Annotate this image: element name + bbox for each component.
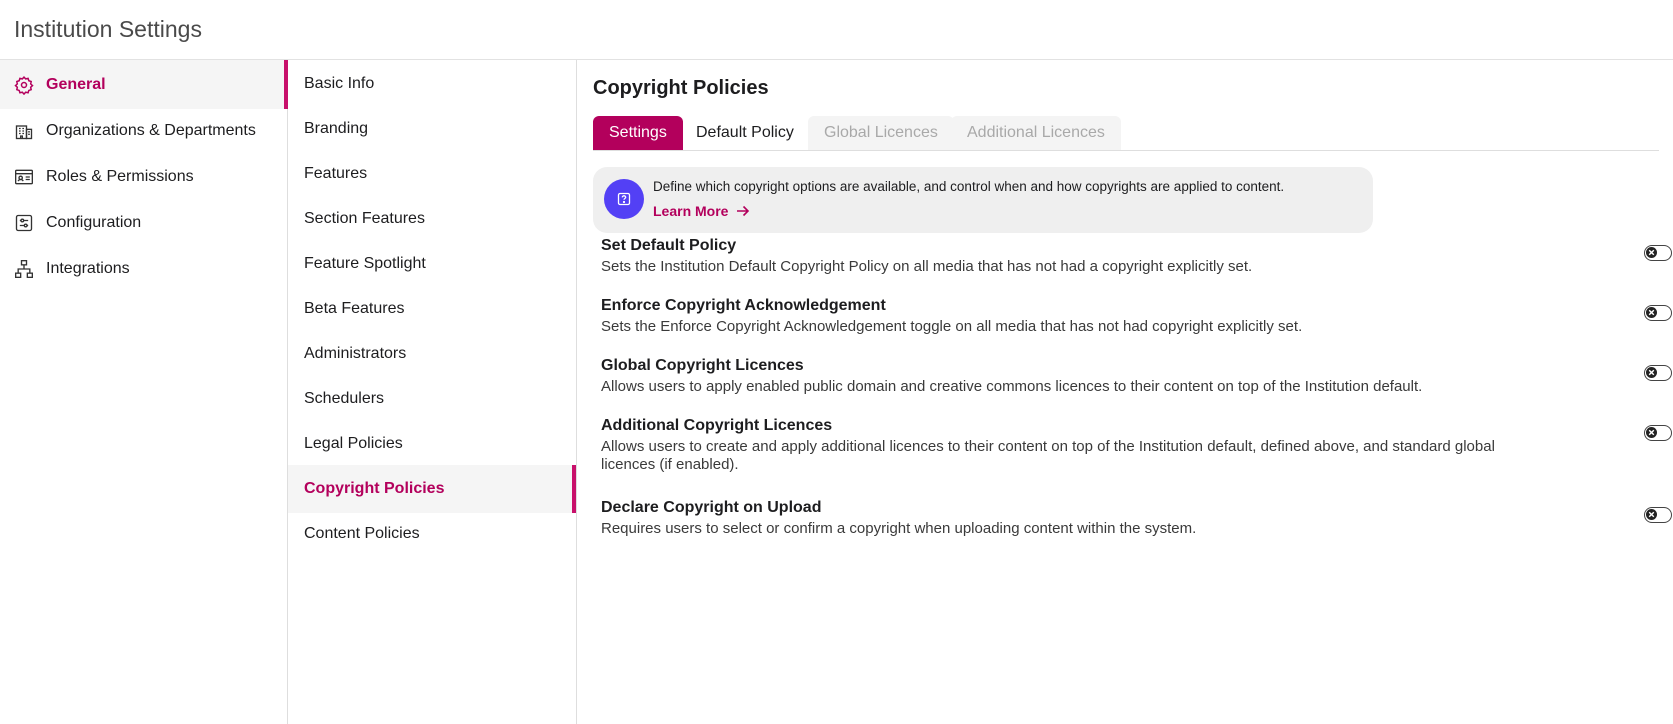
tab-additional-licences: Additional Licences: [951, 116, 1121, 150]
sidebar-item-label: Organizations & Departments: [46, 121, 256, 139]
main-content: Copyright Policies Settings Default Poli…: [577, 60, 1673, 724]
tab-default-policy[interactable]: Default Policy: [680, 116, 810, 150]
subnav-item-branding[interactable]: Branding: [288, 105, 576, 153]
info-text: Define which copyright options are avail…: [653, 179, 1285, 194]
subnav-item-copyright-policies[interactable]: Copyright Policies: [288, 465, 576, 513]
sliders-icon: [15, 214, 33, 232]
toggle-off-icon: [1646, 367, 1657, 378]
primary-sidebar: General Organizations & Departments Role…: [0, 60, 288, 724]
tab-settings[interactable]: Settings: [593, 116, 683, 150]
toggle-off-icon: [1646, 307, 1657, 318]
setting-enforce-acknowledgement: Enforce Copyright Acknowledgement Sets t…: [601, 297, 1672, 336]
toggle-off-icon: [1646, 427, 1657, 438]
sidebar-item-configuration[interactable]: Configuration: [0, 198, 288, 247]
sidebar-item-organizations[interactable]: Organizations & Departments: [0, 106, 288, 155]
subnav-item-legal-policies[interactable]: Legal Policies: [288, 420, 576, 468]
sidebar-item-label: General: [46, 75, 106, 93]
network-icon: [15, 260, 33, 278]
global-licences-toggle[interactable]: [1644, 365, 1672, 381]
subnav-item-content-policies[interactable]: Content Policies: [288, 510, 576, 558]
tab-global-licences: Global Licences: [808, 116, 954, 150]
sidebar-item-roles[interactable]: Roles & Permissions: [0, 152, 288, 201]
setting-description: Allows users to apply enabled public dom…: [601, 378, 1423, 395]
setting-description: Sets the Institution Default Copyright P…: [601, 258, 1253, 275]
subnav-item-beta-features[interactable]: Beta Features: [288, 285, 576, 333]
subnav-item-features[interactable]: Features: [288, 150, 576, 198]
sidebar-item-integrations[interactable]: Integrations: [0, 244, 288, 293]
subnav-item-section-features[interactable]: Section Features: [288, 195, 576, 243]
arrow-right-icon: [737, 205, 750, 217]
setting-title: Enforce Copyright Acknowledgement: [601, 297, 886, 314]
setting-additional-licences: Additional Copyright Licences Allows use…: [601, 417, 1672, 474]
setting-title: Set Default Policy: [601, 237, 737, 254]
enforce-acknowledgement-toggle[interactable]: [1644, 305, 1672, 321]
subnav-item-schedulers[interactable]: Schedulers: [288, 375, 576, 423]
declare-on-upload-toggle[interactable]: [1644, 507, 1672, 523]
sidebar-item-general[interactable]: General: [0, 60, 288, 109]
sidebar-item-label: Roles & Permissions: [46, 167, 194, 185]
gear-icon: [14, 75, 34, 95]
learn-more-link[interactable]: Learn More: [653, 203, 750, 219]
subnav-item-feature-spotlight[interactable]: Feature Spotlight: [288, 240, 576, 288]
building-icon: [15, 125, 33, 140]
id-card-icon: [15, 169, 33, 185]
setting-global-licences: Global Copyright Licences Allows users t…: [601, 357, 1672, 396]
setting-title: Additional Copyright Licences: [601, 417, 833, 434]
subnav-item-basic-info[interactable]: Basic Info: [288, 60, 576, 108]
page-title: Institution Settings: [14, 16, 202, 42]
learn-more-label: Learn More: [653, 203, 729, 219]
top-bar: Institution Settings: [0, 0, 1673, 60]
sidebar-item-label: Configuration: [46, 213, 142, 231]
setting-description: Sets the Enforce Copyright Acknowledgeme…: [601, 318, 1303, 335]
setting-title: Declare Copyright on Upload: [601, 499, 822, 516]
help-icon: [604, 179, 644, 219]
additional-licences-toggle[interactable]: [1644, 425, 1672, 441]
toggle-off-icon: [1646, 247, 1657, 258]
setting-title: Global Copyright Licences: [601, 357, 804, 374]
setting-description: Requires users to select or confirm a co…: [601, 520, 1197, 537]
setting-declare-on-upload: Declare Copyright on Upload Requires use…: [601, 499, 1672, 538]
section-title: Copyright Policies: [593, 77, 769, 99]
setting-description: Allows users to create and apply additio…: [601, 438, 1495, 473]
toggle-off-icon: [1646, 509, 1657, 520]
tab-bar: Settings Default Policy Global Licences …: [593, 116, 1659, 151]
secondary-sidebar: Basic Info Branding Features Section Fea…: [288, 60, 577, 724]
sidebar-item-label: Integrations: [46, 259, 130, 277]
setting-set-default-policy: Set Default Policy Sets the Institution …: [601, 237, 1672, 276]
subnav-item-administrators[interactable]: Administrators: [288, 330, 576, 378]
set-default-policy-toggle[interactable]: [1644, 245, 1672, 261]
info-banner: Define which copyright options are avail…: [593, 167, 1373, 233]
